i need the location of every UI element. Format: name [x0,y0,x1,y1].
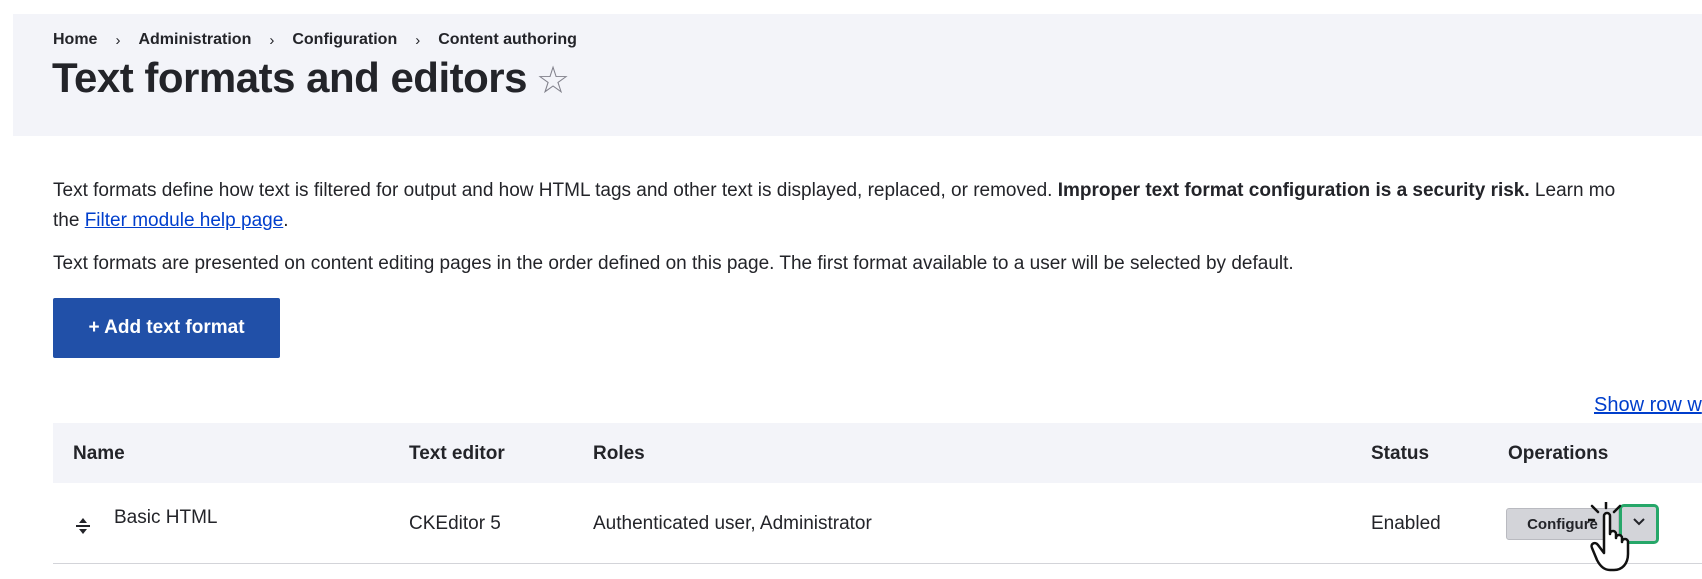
column-header-name: Name [73,443,125,464]
show-row-weights-link[interactable]: Show row w [1594,394,1702,417]
breadcrumb-administration[interactable]: Administration [138,31,251,49]
text-editor-value: CKEditor 5 [409,513,501,534]
breadcrumb-configuration[interactable]: Configuration [292,31,397,49]
breadcrumb-separator: › [415,31,421,49]
page-title: Text formats and editors [52,54,527,101]
column-header-roles: Roles [593,443,645,464]
roles-value: Authenticated user, Administrator [593,513,872,534]
filter-help-link[interactable]: Filter module help page [85,210,284,231]
column-header-operations: Operations [1508,443,1609,464]
column-header-status: Status [1371,443,1430,464]
description-line-1: Text formats define how text is filtered… [53,177,1615,205]
breadcrumb-content-authoring[interactable]: Content authoring [438,31,577,49]
hand-pointer-cursor-icon [1586,500,1644,572]
add-text-format-button[interactable]: + Add text format [53,298,280,358]
security-warning: Improper text format configuration is a … [1057,180,1530,201]
description-line-2: the Filter module help page. [53,207,289,235]
breadcrumb: Home › Administration › Configuration › … [53,30,577,50]
table-row: Basic HTML CKEditor 5 Authenticated user… [53,483,1702,564]
star-icon[interactable]: ☆ [536,62,570,100]
column-header-text-editor: Text editor [409,443,505,464]
format-name: Basic HTML [114,507,218,528]
description-prefix: the [53,210,85,231]
breadcrumb-home[interactable]: Home [53,31,97,49]
breadcrumb-separator: › [115,31,121,49]
table-header: Name Text editor Roles Status Operations [53,423,1702,483]
status-value: Enabled [1371,513,1441,534]
breadcrumb-separator: › [269,31,275,49]
drag-handle-icon[interactable] [73,513,93,537]
description-paragraph-2: Text formats are presented on content ed… [53,253,1294,274]
description-text: Text formats define how text is filtered… [53,180,1058,201]
description-suffix: . [283,210,289,231]
description-tail: Learn mo [1529,180,1616,201]
